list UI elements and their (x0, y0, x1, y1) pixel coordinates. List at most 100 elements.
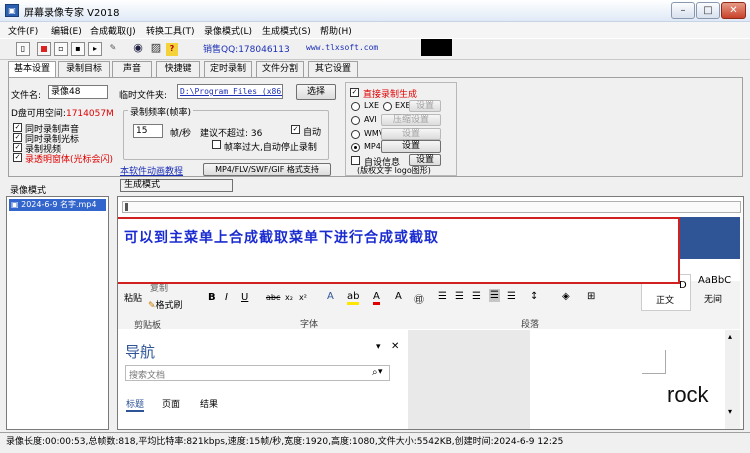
borders-icon[interactable]: ⊞ (587, 291, 595, 302)
disk-space-value: 1714057M (65, 109, 114, 119)
close-button[interactable]: ✕ (721, 2, 746, 19)
menu-generate-mode[interactable]: 生成模式(S) (262, 24, 311, 37)
tutorial-link[interactable]: 本软件动画教程 (120, 164, 183, 177)
play-icon[interactable]: ▸ (88, 42, 102, 56)
frame-rate-input[interactable]: 15 (133, 124, 163, 138)
font-group-label: 字体 (300, 320, 319, 330)
text-effects-icon[interactable]: A (327, 291, 334, 302)
close-icon: ✕ (729, 5, 738, 16)
scroll-up-icon[interactable]: ▴ (728, 332, 732, 341)
menu-record-mode[interactable]: 录像模式(L) (204, 24, 252, 37)
wmv-settings-button[interactable]: 设置 (381, 128, 441, 140)
browse-button[interactable]: 选择 (296, 84, 336, 100)
tab-other[interactable]: 其它设置 (308, 61, 358, 78)
format-wmv-radio[interactable] (351, 130, 360, 139)
sales-qq: 销售QQ:178046113 (203, 45, 290, 55)
formats-button[interactable]: MP4/FLV/SWF/GIF 格式支持 (203, 163, 331, 176)
format-mp4-radio[interactable] (351, 143, 360, 152)
filename-input[interactable]: 录像48 (48, 85, 108, 99)
menu-file[interactable]: 文件(F) (8, 24, 38, 37)
align-left-icon[interactable]: ☰ (438, 291, 447, 302)
paste-label[interactable]: 粘贴 (124, 291, 142, 304)
justify-icon[interactable]: ☰ (489, 289, 500, 302)
record-cursor-checkbox[interactable]: ✓ (13, 133, 22, 142)
wrench-icon[interactable]: ✎ (106, 42, 120, 56)
menu-help[interactable]: 帮助(H) (320, 24, 352, 37)
nav-tab-headings[interactable]: 标题 (126, 397, 145, 412)
menu-edit[interactable]: 编辑(E) (51, 24, 82, 37)
timeline-handle[interactable] (125, 203, 128, 211)
globe-icon[interactable]: ◉ (131, 42, 145, 56)
subscript-icon[interactable]: x₂ (285, 293, 293, 302)
timeline-slider[interactable] (122, 201, 741, 213)
search-icon[interactable]: ⌕ (372, 367, 378, 378)
line-spacing-icon[interactable]: ↕ (530, 291, 538, 302)
nav-tab-results[interactable]: 结果 (200, 397, 218, 410)
format-lxe-radio[interactable] (351, 102, 360, 111)
format-avi-radio[interactable] (351, 116, 360, 125)
exe-settings-button[interactable]: 设置 (409, 100, 441, 112)
website-link[interactable]: www.tlxsoft.com (306, 43, 378, 52)
tab-sound[interactable]: 声音 (112, 61, 152, 78)
paragraph-group-label: 段落 (521, 320, 540, 330)
gift-icon[interactable]: ▨ (149, 42, 163, 56)
nav-title: 导航 (125, 343, 156, 361)
stop-icon[interactable]: ▪ (71, 42, 85, 56)
tab-record-target[interactable]: 录制目标 (58, 61, 110, 78)
nav-tab-pages[interactable]: 页面 (162, 397, 180, 410)
nav-search-input[interactable]: 搜索文档 ⌕ (125, 365, 390, 381)
disk-space-label: D盘可用空间:1714057M (11, 109, 114, 119)
scroll-down-icon[interactable]: ▾ (728, 407, 732, 416)
overload-stop-checkbox[interactable] (212, 140, 221, 149)
record-icon[interactable] (37, 42, 51, 56)
new-file-icon[interactable]: ▯ (16, 42, 30, 56)
help-icon[interactable]: ? (166, 43, 178, 56)
frame-rate-group-label: 录制频率(帧率) (128, 105, 194, 118)
film-icon: ▣ (5, 4, 19, 17)
format-painter[interactable]: ✎格式刷 (148, 298, 183, 311)
mp4-settings-button[interactable]: 设置 (381, 140, 441, 153)
minimize-button[interactable]: – (671, 2, 695, 19)
char-shading-icon[interactable]: A (395, 291, 402, 302)
direct-record-checkbox[interactable]: ✓ (350, 88, 359, 97)
record-sound-checkbox[interactable]: ✓ (13, 123, 22, 132)
format-exe-radio[interactable] (383, 102, 392, 111)
menu-tools[interactable]: 转换工具(T) (146, 24, 195, 37)
generate-mode-label[interactable]: 生成模式 (120, 179, 233, 192)
auto-frame-checkbox[interactable]: ✓ (291, 125, 300, 134)
format-mp4-label: MP4 (364, 142, 381, 151)
tab-schedule[interactable]: 定时录制 (204, 61, 252, 78)
video-file-icon: ▣ (11, 200, 22, 209)
maximize-button[interactable]: □ (696, 2, 720, 19)
compress-settings-button[interactable]: 压缩设置 (381, 114, 441, 126)
align-right-icon[interactable]: ☰ (472, 291, 481, 302)
record-video-checkbox[interactable]: ✓ (13, 143, 22, 152)
distributed-icon[interactable]: ☰ (507, 291, 516, 302)
font-color-icon[interactable]: A (373, 291, 380, 305)
shading-icon[interactable]: ◈ (562, 291, 570, 302)
style-normal-preview: D (679, 280, 687, 291)
underline-icon[interactable]: U (241, 292, 248, 303)
align-center-icon[interactable]: ☰ (455, 291, 464, 302)
bold-icon[interactable]: B (208, 292, 216, 303)
search-options-icon[interactable]: ▾ (378, 367, 383, 377)
title-bar: ▣ 屏幕录像专家 V2018 – □ ✕ (0, 0, 750, 22)
italic-icon[interactable]: I (225, 292, 228, 303)
tab-hotkeys[interactable]: 快捷键 (156, 61, 200, 78)
tab-split[interactable]: 文件分割 (256, 61, 304, 78)
nav-close-icon[interactable]: ✕ (391, 341, 399, 352)
maximize-icon: □ (703, 5, 713, 16)
temp-folder-input[interactable]: D:\Program Files (x86)\ (177, 84, 283, 99)
custom-info-checkbox[interactable] (351, 156, 360, 165)
nav-dropdown-icon[interactable]: ▾ (376, 342, 381, 352)
doc-scrollbar[interactable]: ▴ ▾ (725, 330, 740, 429)
enclose-char-icon[interactable]: ㊞ (414, 291, 424, 306)
pause-icon[interactable]: ▫ (54, 42, 68, 56)
preview-scrollbar[interactable] (740, 217, 743, 429)
highlight-icon[interactable]: ab (347, 291, 360, 305)
superscript-icon[interactable]: x² (299, 293, 307, 302)
list-item[interactable]: ▣ 2024-6-9 名字.mp4 (9, 199, 106, 211)
strikethrough-icon[interactable]: abc (266, 293, 280, 302)
menu-compose[interactable]: 合成截取(J) (90, 24, 136, 37)
record-transparent-checkbox[interactable]: ✓ (13, 153, 22, 162)
